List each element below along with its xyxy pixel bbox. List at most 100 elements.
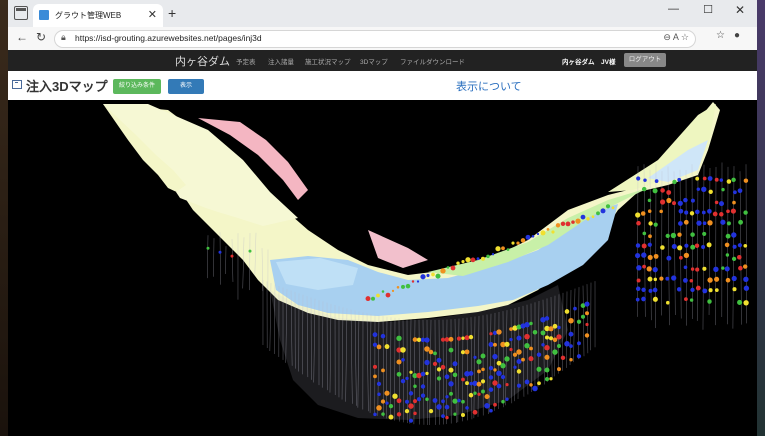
injection-point: [396, 335, 402, 341]
3d-map-viewport[interactable]: [8, 100, 757, 436]
injection-point: [584, 333, 590, 338]
reload-icon[interactable]: ↻: [36, 30, 46, 44]
nav-link-download[interactable]: ファイルダウンロード: [400, 56, 465, 66]
back-icon[interactable]: ←: [16, 30, 28, 44]
tab-close-icon[interactable]: ✕: [148, 8, 157, 21]
injection-point: [724, 242, 730, 248]
favorites-icon[interactable]: ☆: [716, 30, 725, 41]
site-navbar: 内ヶ谷ダム 予定表 注入諸量 施工状況マップ 3Dマップ ファイルダウンロード …: [8, 50, 757, 71]
injection-point: [505, 397, 509, 401]
injection-point: [464, 335, 470, 341]
injection-point: [433, 351, 437, 356]
injection-point: [648, 234, 652, 239]
injection-point: [461, 377, 465, 382]
grout-hole-line: [566, 291, 568, 368]
injection-point: [376, 344, 382, 350]
injection-point: [424, 359, 430, 366]
grout-hole-line: [213, 238, 215, 277]
tab-actions-icon[interactable]: [14, 6, 28, 20]
injection-point: [576, 319, 582, 324]
nav-link-schedule[interactable]: 予定表: [236, 56, 256, 66]
3d-scene[interactable]: [8, 100, 757, 436]
injection-point: [440, 364, 446, 370]
injection-point: [480, 256, 486, 261]
window-close-icon[interactable]: ✕: [735, 3, 745, 17]
zoom-read-favorite-icons[interactable]: ⊖ A ☆: [663, 32, 689, 43]
injection-point: [695, 267, 700, 272]
injection-point: [384, 344, 390, 350]
injection-point: [737, 255, 742, 260]
nav-link-injection[interactable]: 注入諸量: [268, 56, 294, 66]
injection-point: [647, 276, 653, 282]
injection-point: [564, 341, 570, 347]
profile-icon[interactable]: ●: [734, 30, 740, 41]
injection-point: [743, 264, 748, 269]
injection-point: [412, 337, 418, 342]
injection-point: [636, 176, 641, 181]
injection-point: [689, 298, 694, 302]
page-title: 注入3Dマップ: [26, 79, 108, 94]
injection-point: [730, 208, 736, 214]
new-tab-button[interactable]: +: [168, 5, 176, 21]
injection-point: [719, 178, 724, 182]
injection-point: [496, 370, 502, 377]
injection-point: [376, 381, 382, 387]
injection-point: [376, 405, 382, 411]
injection-point: [453, 412, 457, 416]
injection-point: [218, 250, 222, 254]
site-brand[interactable]: 内ヶ谷ダム: [175, 53, 230, 69]
show-button[interactable]: 表示: [168, 79, 204, 94]
injection-point: [743, 243, 748, 248]
injection-point: [425, 371, 429, 376]
injection-point: [512, 352, 518, 357]
injection-point: [596, 211, 600, 216]
maximize-icon[interactable]: ☐: [703, 3, 713, 16]
injection-point: [528, 356, 534, 362]
injection-point: [377, 392, 381, 397]
injection-point: [714, 177, 719, 182]
injection-point: [481, 389, 485, 394]
injection-point: [702, 176, 707, 181]
injection-point: [719, 212, 724, 217]
injection-point: [701, 245, 706, 249]
injection-point: [491, 253, 495, 256]
filter-button[interactable]: 絞り込み条件: [113, 79, 161, 94]
injection-point: [391, 289, 395, 293]
tab-active[interactable]: グラウト管理WEB ✕: [33, 4, 163, 27]
injection-point: [684, 210, 689, 215]
injection-point: [642, 264, 647, 269]
injection-point: [560, 355, 566, 361]
injection-point: [428, 408, 434, 414]
injection-point: [544, 377, 550, 382]
injection-point: [611, 206, 615, 210]
injection-point: [585, 311, 589, 316]
injection-point: [435, 273, 441, 279]
injection-point: [537, 381, 541, 386]
minimize-icon[interactable]: —: [668, 3, 679, 15]
about-display-link[interactable]: 表示について: [456, 78, 522, 94]
injection-point: [409, 370, 413, 374]
injection-point: [670, 232, 677, 239]
injection-point: [532, 385, 538, 392]
injection-point: [679, 255, 683, 260]
injection-point: [653, 277, 658, 282]
injection-point: [548, 336, 554, 341]
injection-point: [416, 397, 422, 402]
injection-point: [536, 352, 542, 357]
injection-point: [725, 277, 731, 283]
injection-point: [569, 357, 573, 362]
injection-point: [524, 343, 530, 349]
injection-point: [440, 337, 446, 342]
url-input[interactable]: 🔒︎ https://isd-grouting.azurewebsites.ne…: [54, 30, 696, 48]
injection-point: [460, 412, 466, 418]
injection-point: [473, 355, 477, 359]
injection-point: [683, 252, 690, 259]
nav-link-status-map[interactable]: 施工状況マップ: [305, 56, 351, 66]
injection-point: [573, 306, 577, 311]
injection-point: [702, 231, 707, 236]
injection-point: [492, 353, 498, 360]
logout-button[interactable]: ログアウト: [624, 53, 666, 67]
injection-point: [652, 188, 658, 194]
nav-link-3d-map[interactable]: 3Dマップ: [360, 56, 388, 66]
injection-point: [529, 383, 533, 387]
